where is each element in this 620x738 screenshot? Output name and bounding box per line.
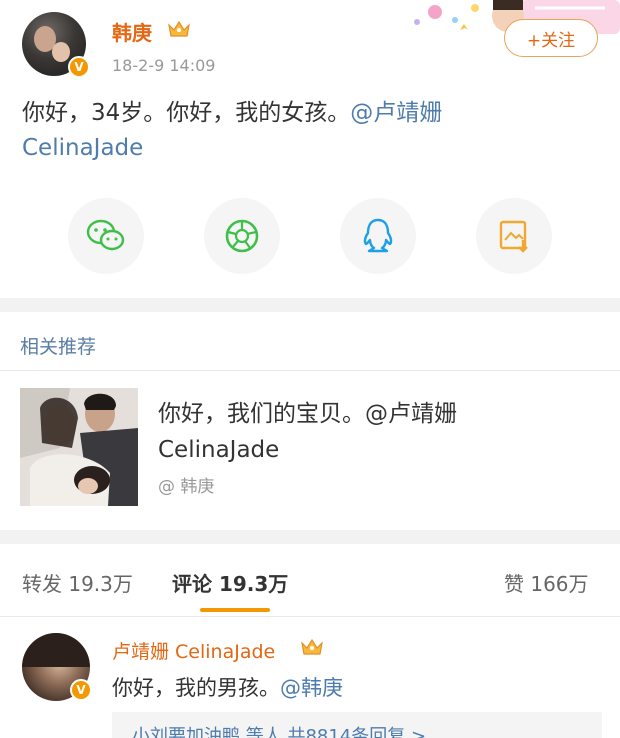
post-text: 你好，34岁。你好，我的女孩。@卢靖姗 CelinaJade <box>22 96 592 166</box>
related-author[interactable]: @ 韩庚 <box>158 472 214 497</box>
verified-badge-icon: V <box>68 56 90 78</box>
related-post-text[interactable]: 你好，我们的宝贝。@卢靖姗 CelinaJade <box>158 396 598 468</box>
feedback-tabs: 转发 19.3万 评论 19.3万 赞 166万 <box>0 548 620 618</box>
share-qq-button[interactable] <box>340 198 416 274</box>
share-moments-button[interactable] <box>204 198 280 274</box>
save-image-button[interactable] <box>476 198 552 274</box>
comment-text: 你好，我的男孩。@韩庚 <box>112 672 343 702</box>
moments-icon <box>225 219 259 253</box>
avatar-face <box>52 42 70 62</box>
reply-preview-link[interactable]: 小刘要加油鸭 等人 共8814条回复 > <box>132 722 426 738</box>
active-tab-indicator <box>200 608 270 612</box>
crown-icon <box>301 638 323 655</box>
post-timestamp: 18-2-9 14:09 <box>112 56 216 75</box>
tab-reposts[interactable]: 转发 19.3万 <box>22 568 133 597</box>
related-text-line: 你好，我们的宝贝。@卢靖姗 <box>158 401 457 427</box>
related-text-line: CelinaJade <box>158 437 280 463</box>
divider <box>0 370 620 371</box>
qq-icon <box>363 218 393 253</box>
related-section-title: 相关推荐 <box>20 336 97 358</box>
post-text-body: 你好，34岁。你好，我的女孩。 <box>22 100 351 126</box>
tab-likes[interactable]: 赞 166万 <box>504 568 589 597</box>
divider <box>0 616 620 617</box>
author-name[interactable]: 韩庚 <box>112 17 152 46</box>
mention-link-continued[interactable]: CelinaJade <box>22 135 143 161</box>
crown-icon <box>168 20 190 37</box>
mention-link[interactable]: @卢靖姗 <box>350 100 442 126</box>
post-card: V 韩庚 18-2-9 14:09 +关注 你好，34岁。你好，我的女孩。@卢靖… <box>0 0 620 298</box>
tab-comments[interactable]: 评论 19.3万 <box>172 568 288 597</box>
comment-mention-link[interactable]: @韩庚 <box>280 676 343 700</box>
related-thumbnail[interactable] <box>20 388 138 506</box>
section-gap <box>0 298 620 312</box>
wechat-icon <box>86 219 125 251</box>
related-photo <box>20 388 138 506</box>
follow-button[interactable]: +关注 <box>504 19 598 57</box>
save-image-icon <box>499 220 528 253</box>
share-wechat-button[interactable] <box>68 198 144 274</box>
verified-badge-icon: V <box>70 679 92 701</box>
commenter-name[interactable]: 卢靖姗 CelinaJade <box>112 637 275 664</box>
section-gap <box>0 530 620 544</box>
comment-body: 你好，我的男孩。 <box>112 676 280 700</box>
avatar-hair <box>22 633 90 667</box>
share-row <box>0 198 620 276</box>
